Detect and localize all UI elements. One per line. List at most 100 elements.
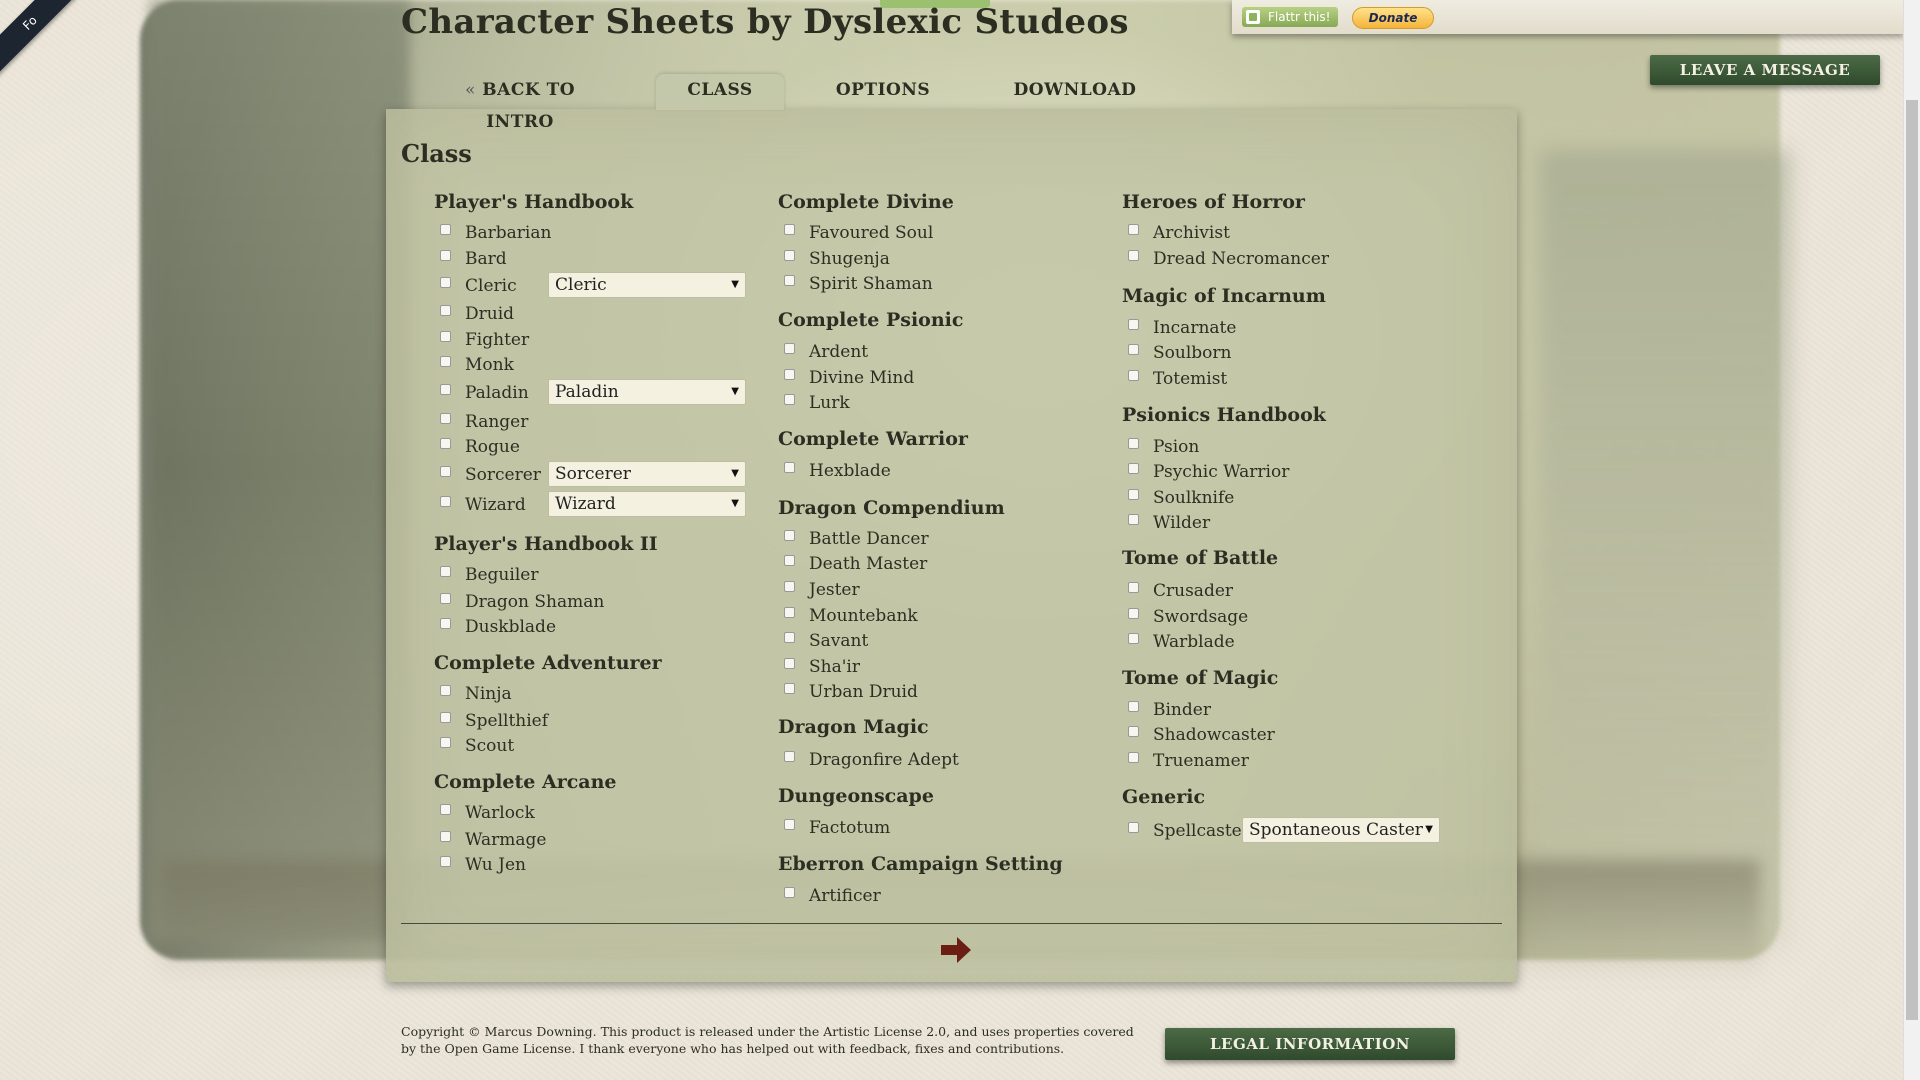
checkbox[interactable]	[440, 617, 451, 629]
checkbox[interactable]	[440, 830, 451, 842]
class-option[interactable]: Incarnate	[1122, 317, 1236, 339]
checkbox[interactable]	[1128, 632, 1139, 644]
class-option[interactable]: Swordsage	[1122, 606, 1248, 628]
class-option[interactable]: Totemist	[1122, 368, 1227, 390]
checkbox[interactable]	[440, 249, 451, 261]
donate-button[interactable]: Donate	[1352, 7, 1434, 29]
tab-options[interactable]: OPTIONS	[828, 74, 938, 110]
class-option[interactable]: Spirit Shaman	[778, 273, 933, 295]
checkbox[interactable]	[784, 249, 795, 261]
class-option[interactable]: Hexblade	[778, 460, 891, 482]
checkbox[interactable]	[440, 711, 451, 723]
class-option[interactable]: Divine Mind	[778, 367, 914, 389]
checkbox[interactable]	[1128, 607, 1139, 619]
class-option[interactable]: Rogue	[434, 436, 520, 458]
class-option[interactable]: Sorcerer Sorcerer ▼	[434, 461, 746, 487]
checkbox[interactable]	[1128, 513, 1139, 525]
checkbox[interactable]	[440, 803, 451, 815]
checkbox[interactable]	[440, 276, 451, 288]
checkbox[interactable]	[1128, 821, 1139, 833]
checkbox[interactable]	[784, 631, 795, 643]
class-option[interactable]: Bard	[434, 248, 507, 270]
class-option[interactable]: Ranger	[434, 411, 528, 433]
page-scrollbar[interactable]	[1903, 0, 1920, 1080]
checkbox[interactable]	[440, 437, 451, 449]
class-option[interactable]: Crusader	[1122, 580, 1233, 602]
checkbox[interactable]	[440, 383, 451, 395]
class-option[interactable]: Urban Druid	[778, 681, 918, 703]
checkbox[interactable]	[1128, 462, 1139, 474]
class-option[interactable]: Dragonfire Adept	[778, 749, 959, 771]
checkbox[interactable]	[440, 592, 451, 604]
class-option[interactable]: Binder	[1122, 699, 1211, 721]
class-option[interactable]: Monk	[434, 354, 514, 376]
class-option[interactable]: Duskblade	[434, 616, 556, 638]
checkbox[interactable]	[784, 554, 795, 566]
leave-message-button[interactable]: LEAVE A MESSAGE	[1650, 55, 1880, 85]
class-option[interactable]: Shugenja	[778, 248, 890, 270]
class-option[interactable]: Ardent	[778, 341, 868, 363]
checkbox[interactable]	[784, 580, 795, 592]
checkbox[interactable]	[440, 355, 451, 367]
class-option[interactable]: Fighter	[434, 329, 529, 351]
checkbox[interactable]	[1128, 223, 1139, 235]
checkbox[interactable]	[440, 736, 451, 748]
class-option[interactable]: Artificer	[778, 885, 881, 907]
class-option[interactable]: Beguiler	[434, 564, 538, 586]
checkbox[interactable]	[784, 368, 795, 380]
class-option[interactable]: Paladin Paladin ▼	[434, 379, 746, 405]
class-option[interactable]: Spellthief	[434, 710, 548, 732]
checkbox[interactable]	[1128, 488, 1139, 500]
wizard-select[interactable]: Wizard ▼	[548, 491, 746, 517]
class-option[interactable]: Lurk	[778, 392, 850, 414]
arrow-right-icon[interactable]	[939, 935, 973, 965]
checkbox[interactable]	[1128, 369, 1139, 381]
class-option[interactable]: Mountebank	[778, 605, 918, 627]
class-option[interactable]: Scout	[434, 735, 514, 757]
checkbox[interactable]	[784, 886, 795, 898]
class-option[interactable]: Warmage	[434, 829, 546, 851]
checkbox[interactable]	[1128, 725, 1139, 737]
tab-class[interactable]: CLASS	[656, 74, 784, 110]
checkbox[interactable]	[784, 818, 795, 830]
checkbox[interactable]	[1128, 318, 1139, 330]
class-option[interactable]: Soulborn	[1122, 342, 1231, 364]
checkbox[interactable]	[440, 495, 451, 507]
checkbox[interactable]	[784, 657, 795, 669]
class-option[interactable]: Wu Jen	[434, 854, 526, 876]
checkbox[interactable]	[440, 855, 451, 867]
class-option[interactable]: Cleric Cleric ▼	[434, 272, 746, 298]
checkbox[interactable]	[784, 461, 795, 473]
flattr-button[interactable]: Flattr this!	[1242, 7, 1339, 27]
checkbox[interactable]	[1128, 343, 1139, 355]
legal-information-button[interactable]: LEGAL INFORMATION	[1165, 1028, 1455, 1060]
checkbox[interactable]	[1128, 249, 1139, 261]
spellcaster-select[interactable]: Spontaneous Caster ▼	[1242, 817, 1440, 843]
checkbox[interactable]	[784, 342, 795, 354]
class-option[interactable]: Wizard Wizard ▼	[434, 491, 746, 517]
class-option[interactable]: Spellcaster Spontaneous Caster ▼	[1122, 817, 1440, 843]
paladin-select[interactable]: Paladin ▼	[548, 379, 746, 405]
checkbox[interactable]	[784, 223, 795, 235]
checkbox[interactable]	[440, 223, 451, 235]
checkbox[interactable]	[440, 684, 451, 696]
class-option[interactable]: Sha'ir	[778, 656, 860, 678]
class-option[interactable]: Jester	[778, 579, 860, 601]
checkbox[interactable]	[1128, 751, 1139, 763]
checkbox[interactable]	[1128, 581, 1139, 593]
class-option[interactable]: Shadowcaster	[1122, 724, 1275, 746]
class-option[interactable]: Savant	[778, 630, 868, 652]
class-option[interactable]: Death Master	[778, 553, 927, 575]
checkbox[interactable]	[784, 274, 795, 286]
checkbox[interactable]	[440, 565, 451, 577]
class-option[interactable]: Ninja	[434, 683, 512, 705]
class-option[interactable]: Archivist	[1122, 222, 1230, 244]
checkbox[interactable]	[440, 304, 451, 316]
checkbox[interactable]	[784, 393, 795, 405]
tab-back-to-intro[interactable]: « BACK TO INTRO	[430, 74, 610, 132]
class-option[interactable]: Barbarian	[434, 222, 551, 244]
checkbox[interactable]	[784, 529, 795, 541]
checkbox[interactable]	[440, 330, 451, 342]
checkbox[interactable]	[1128, 700, 1139, 712]
sorcerer-select[interactable]: Sorcerer ▼	[548, 461, 746, 487]
